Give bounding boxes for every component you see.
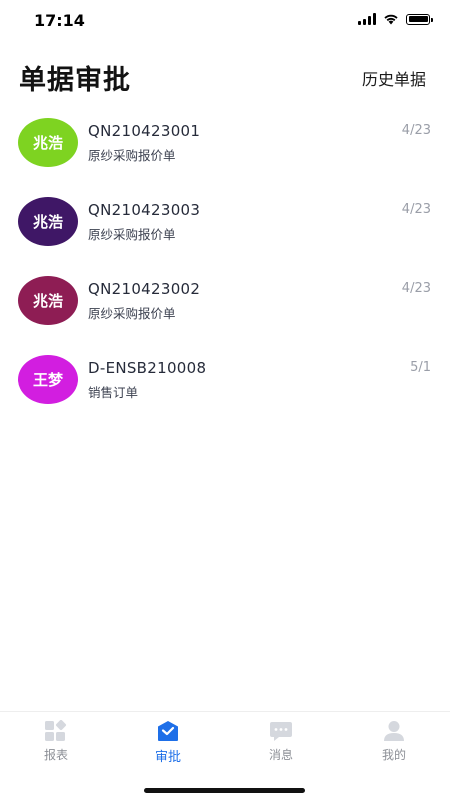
approval-list-item[interactable]: 兆浩 QN210423002 原纱采购报价单 4/23 [0, 266, 450, 345]
document-number: D-ENSB210008 [88, 359, 207, 377]
approval-list-item[interactable]: 王梦 D-ENSB210008 销售订单 5/1 [0, 345, 450, 424]
profile-icon [384, 721, 404, 741]
document-type: 原纱采购报价单 [88, 306, 176, 321]
battery-icon [406, 13, 433, 25]
wifi-icon [384, 14, 398, 25]
document-type: 销售订单 [88, 385, 139, 400]
battery-level [408, 16, 428, 22]
status-time: 17:14 [34, 11, 85, 30]
tab-label: 审批 [154, 750, 181, 765]
document-type: 原纱采购报价单 [88, 148, 176, 163]
page-header: 单据审批 历史单据 [0, 52, 450, 102]
report-icon [45, 720, 67, 741]
avatar: 兆浩 [18, 118, 78, 167]
document-number: QN210423003 [88, 201, 201, 219]
approval-list-item[interactable]: 兆浩 QN210423003 原纱采购报价单 4/23 [0, 187, 450, 266]
tab-label: 报表 [43, 748, 68, 762]
tab-report[interactable]: 报表 [0, 720, 112, 770]
document-type: 原纱采购报价单 [88, 227, 176, 242]
home-indicator [144, 788, 305, 793]
history-documents-link[interactable]: 历史单据 [362, 66, 426, 90]
document-number: QN210423002 [88, 280, 201, 298]
page-title: 单据审批 [19, 65, 131, 96]
avatar: 兆浩 [18, 197, 78, 246]
tab-label: 消息 [268, 748, 293, 762]
approval-list: 兆浩 QN210423001 原纱采购报价单 4/23 兆浩 QN210423003 原纱采… [0, 108, 450, 424]
tab-message[interactable]: 消息 [225, 720, 337, 770]
tab-approval[interactable]: 审批 [112, 720, 224, 770]
approval-icon [158, 721, 178, 741]
avatar: 王梦 [18, 355, 78, 404]
document-date: 5/1 [410, 360, 431, 375]
tab-profile[interactable]: 我的 [338, 720, 450, 770]
document-number: QN210423001 [88, 122, 201, 140]
avatar: 兆浩 [18, 276, 78, 325]
document-date: 4/23 [401, 202, 431, 217]
document-date: 4/23 [401, 281, 431, 296]
message-icon [270, 722, 292, 741]
cellular-signal-icon [358, 13, 376, 25]
status-icons [358, 13, 433, 25]
document-date: 4/23 [401, 123, 431, 138]
tab-label: 我的 [381, 748, 406, 762]
approval-list-item[interactable]: 兆浩 QN210423001 原纱采购报价单 4/23 [0, 108, 450, 187]
status-bar: 17:14 [0, 0, 450, 44]
